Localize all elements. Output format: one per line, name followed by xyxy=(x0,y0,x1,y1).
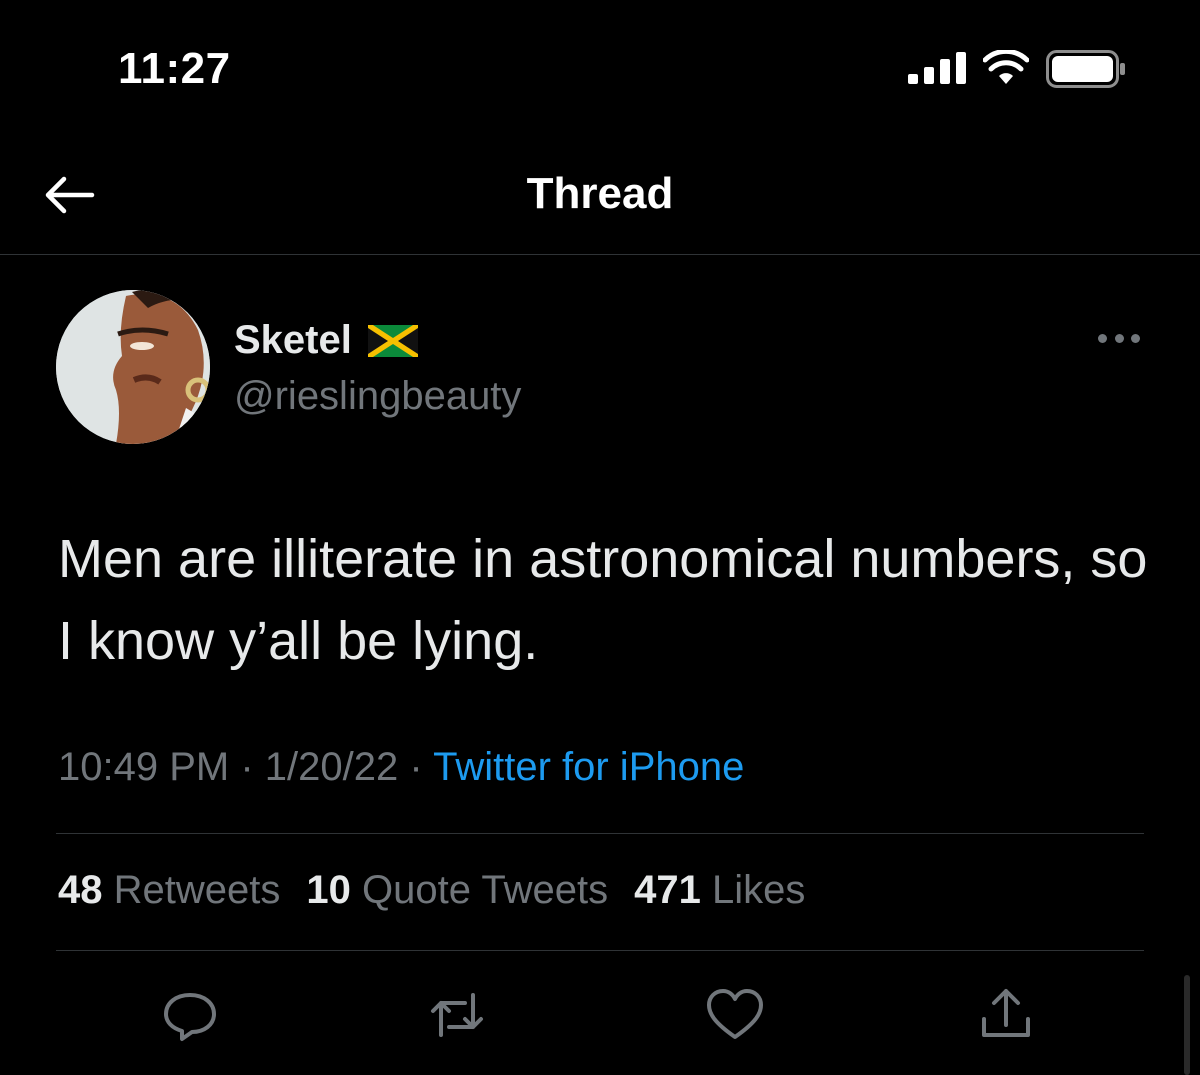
avatar-image xyxy=(56,290,210,444)
tweet-date[interactable]: 1/20/22 xyxy=(265,745,398,789)
signal-icon xyxy=(908,52,966,84)
retweet-button[interactable] xyxy=(427,985,487,1045)
page-title: Thread xyxy=(526,169,674,218)
tweet-source-link[interactable]: Twitter for iPhone xyxy=(433,745,744,789)
battery-icon xyxy=(1046,50,1125,88)
reply-button[interactable] xyxy=(160,985,220,1045)
retweet-icon xyxy=(431,993,483,1037)
tweet-text: Men are illiterate in astronomical numbe… xyxy=(58,529,1148,671)
divider xyxy=(56,950,1144,951)
more-dot-icon xyxy=(1098,333,1107,343)
divider xyxy=(56,833,1144,834)
tweet-time[interactable]: 10:49 PM xyxy=(58,745,229,789)
like-icon xyxy=(707,989,763,1039)
meta-separator: · xyxy=(240,745,254,789)
likes-stat[interactable]: 471 Likes xyxy=(634,868,805,913)
author-name-row[interactable]: Sketel xyxy=(234,318,418,363)
retweets-count: 48 xyxy=(58,868,103,912)
share-button[interactable] xyxy=(976,985,1036,1045)
retweets-stat[interactable]: 48 Retweets xyxy=(58,868,280,913)
status-time: 11:27 xyxy=(118,44,231,93)
scrollbar[interactable] xyxy=(1184,975,1190,1075)
quote-tweets-stat[interactable]: 10 Quote Tweets xyxy=(306,868,608,913)
retweets-label: Retweets xyxy=(113,868,281,912)
quotes-label: Quote Tweets xyxy=(362,868,609,912)
like-button[interactable] xyxy=(705,985,765,1045)
thread-header: Thread xyxy=(0,135,1200,255)
user-handle[interactable]: @rieslingbeauty xyxy=(234,374,521,419)
meta-separator: · xyxy=(409,745,423,789)
tweet-meta: 10:49 PM · 1/20/22 · Twitter for iPhone xyxy=(58,745,744,790)
avatar[interactable] xyxy=(56,290,210,444)
tweet-stats: 48 Retweets 10 Quote Tweets 471 Likes xyxy=(58,868,805,913)
likes-label: Likes xyxy=(711,868,806,912)
jamaica-flag-icon xyxy=(367,324,418,357)
thread-screen: 11:27 Thread Sketel @rieslingbeauty Men … xyxy=(0,0,1200,1075)
quotes-count: 10 xyxy=(306,868,351,912)
display-name: Sketel xyxy=(234,318,352,362)
more-dot-icon xyxy=(1131,333,1140,343)
more-dot-icon xyxy=(1114,333,1124,343)
status-bar: 11:27 xyxy=(0,0,1200,135)
more-options-button[interactable] xyxy=(1098,328,1140,348)
reply-icon xyxy=(164,993,216,1041)
share-icon xyxy=(982,989,1030,1037)
likes-count: 471 xyxy=(634,868,701,912)
tweet-action-bar xyxy=(0,985,1200,1045)
wifi-icon xyxy=(983,50,1029,84)
